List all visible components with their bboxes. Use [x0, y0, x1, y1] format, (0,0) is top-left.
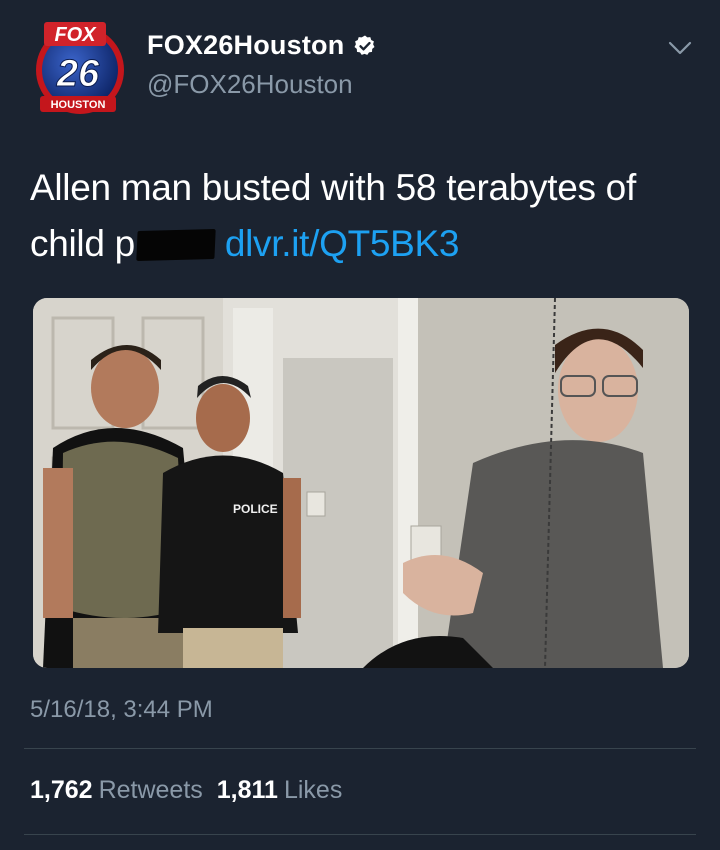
retweets-count: 1,762 — [30, 776, 93, 804]
tweet-link[interactable]: dlvr.it/QT5BK3 — [225, 223, 460, 264]
redaction-mark — [136, 228, 216, 262]
verified-badge-icon — [354, 35, 375, 55]
chevron-down-icon[interactable] — [665, 38, 695, 58]
tweet-text-word: child p — [30, 223, 135, 264]
account-handle[interactable]: @FOX26Houston — [147, 69, 377, 100]
display-name[interactable]: FOX26Houston — [147, 30, 344, 61]
tweet-timestamp[interactable]: 5/16/18, 3:44 PM — [30, 696, 213, 724]
logo-houston-text: HOUSTON — [51, 99, 106, 111]
photo-police-label: POLICE — [233, 502, 278, 516]
avatar-fox26-logo[interactable]: FOX 26 HOUSTON — [30, 20, 130, 116]
account-header[interactable]: FOX26Houston @FOX26Houston — [147, 30, 377, 100]
logo-fox-text: FOX — [54, 24, 97, 46]
likes-count: 1,811 — [216, 776, 278, 804]
tweet-stats: 1,762 Retweets 1,811 Likes — [30, 776, 342, 805]
tweet-text-line1: Allen man busted with 58 terabytes of — [30, 167, 636, 208]
display-name-row[interactable]: FOX26Houston — [147, 30, 377, 61]
divider-top — [24, 748, 696, 749]
likes-label: Likes — [283, 776, 343, 804]
tweet-text: Allen man busted with 58 terabytes of ch… — [30, 160, 700, 272]
divider-bottom — [24, 834, 696, 835]
retweets-stat[interactable]: 1,762 Retweets — [30, 776, 203, 804]
logo-number-text: 26 — [56, 53, 100, 95]
tweet-photo[interactable]: POLICE — [33, 298, 689, 668]
retweets-label: Retweets — [98, 776, 203, 804]
likes-stat[interactable]: 1,811 Likes — [217, 776, 343, 804]
